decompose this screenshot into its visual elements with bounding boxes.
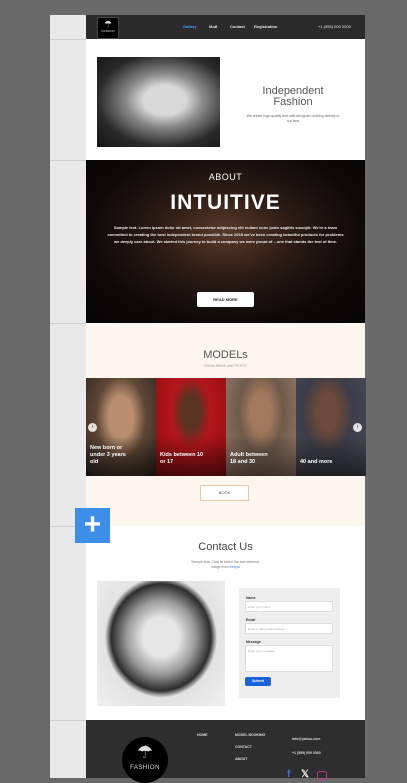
nav-link-contact[interactable]: Contact xyxy=(230,24,245,29)
about-text: Sample text. Lorem ipsum dolor sit amet,… xyxy=(107,225,344,244)
nav-link-gallery[interactable]: Gallery xyxy=(183,24,197,29)
gutter-divider xyxy=(50,720,86,721)
email-label: Email xyxy=(246,618,256,622)
carousel-prev-icon[interactable]: ‹ xyxy=(88,423,97,432)
submit-button[interactable]: Submit xyxy=(245,677,271,686)
hero-subtitle: We create high-quality and well-designed… xyxy=(246,114,340,123)
footer-link-contact[interactable]: CONTACT xyxy=(235,745,252,749)
footer-logo-emblem-icon: ☂ xyxy=(136,742,154,762)
nav-link-2[interactable]: Мой xyxy=(209,24,217,29)
plus-icon: + xyxy=(83,508,102,541)
about-title: INTUITIVE xyxy=(170,191,281,214)
about-heading: ABOUT xyxy=(208,172,243,182)
footer-link-booking[interactable]: MODEL BOOKING xyxy=(235,733,265,737)
footer-email[interactable]: info@yahoo.com xyxy=(292,737,320,741)
models-book-button[interactable]: BOOK xyxy=(200,485,249,501)
message-field[interactable]: Enter your message xyxy=(245,645,333,672)
footer-link-home[interactable]: HOME xyxy=(197,733,208,737)
gutter-divider xyxy=(50,323,86,324)
model-card-caption: Adult between 18 and 30 xyxy=(230,452,268,465)
model-card-caption: 40 and more xyxy=(300,459,333,465)
message-label: Message xyxy=(246,640,261,644)
email-field[interactable]: Enter a valid email address xyxy=(245,623,333,634)
hero-portrait-image xyxy=(97,57,220,147)
section-gutter xyxy=(50,15,86,778)
footer-logo[interactable]: ☂ FASHION xyxy=(122,737,168,783)
name-field[interactable]: Enter your Name xyxy=(245,601,333,612)
facebook-icon[interactable]: f xyxy=(287,770,297,780)
nav-link-registration[interactable]: Registration xyxy=(254,24,277,29)
card-shade xyxy=(296,436,366,476)
x-twitter-icon[interactable]: 𝕏 xyxy=(301,770,311,780)
carousel-next-icon[interactable]: › xyxy=(353,423,362,432)
logo-text: FASHION xyxy=(101,29,115,33)
model-card-adult[interactable]: Adult between 18 and 30 xyxy=(226,378,296,476)
contact-subtitle: Sample text. Click to select the text el… xyxy=(150,560,301,570)
footer-logo-text: FASHION xyxy=(130,765,160,771)
contact-link-prefix: image from xyxy=(210,565,229,569)
gutter-divider xyxy=(50,160,86,161)
read-more-button[interactable]: READ MORE xyxy=(197,292,254,307)
footer-phone[interactable]: +1 (555) 000 0000 xyxy=(292,751,321,755)
model-card-kids[interactable]: Kids between 10 or 17 xyxy=(156,378,226,476)
footer-link-about[interactable]: ABOUT xyxy=(235,757,247,761)
add-section-button[interactable]: + xyxy=(75,508,110,543)
gutter-divider xyxy=(50,39,86,40)
models-heading: MODELs xyxy=(203,349,248,361)
site-logo[interactable]: ☂ FASHION xyxy=(97,17,119,39)
contact-heading: Contact Us xyxy=(198,541,253,553)
contact-portrait-image xyxy=(97,581,225,706)
name-label: Name xyxy=(246,596,256,600)
models-subheading: FROM BEBIS AND PERTS xyxy=(204,364,247,368)
hero-title: Independent Fashion xyxy=(262,85,324,108)
model-card-caption: Kids between 10 or 17 xyxy=(160,452,204,465)
freepik-link[interactable]: freepik xyxy=(229,565,240,569)
contact-subtitle-text: Sample text. Click to select the text el… xyxy=(191,560,260,564)
instagram-icon[interactable] xyxy=(317,771,327,780)
header-phone[interactable]: +1 (555) 000 0000 xyxy=(318,24,351,29)
model-card-caption: New born or under 3 years old xyxy=(90,445,126,465)
